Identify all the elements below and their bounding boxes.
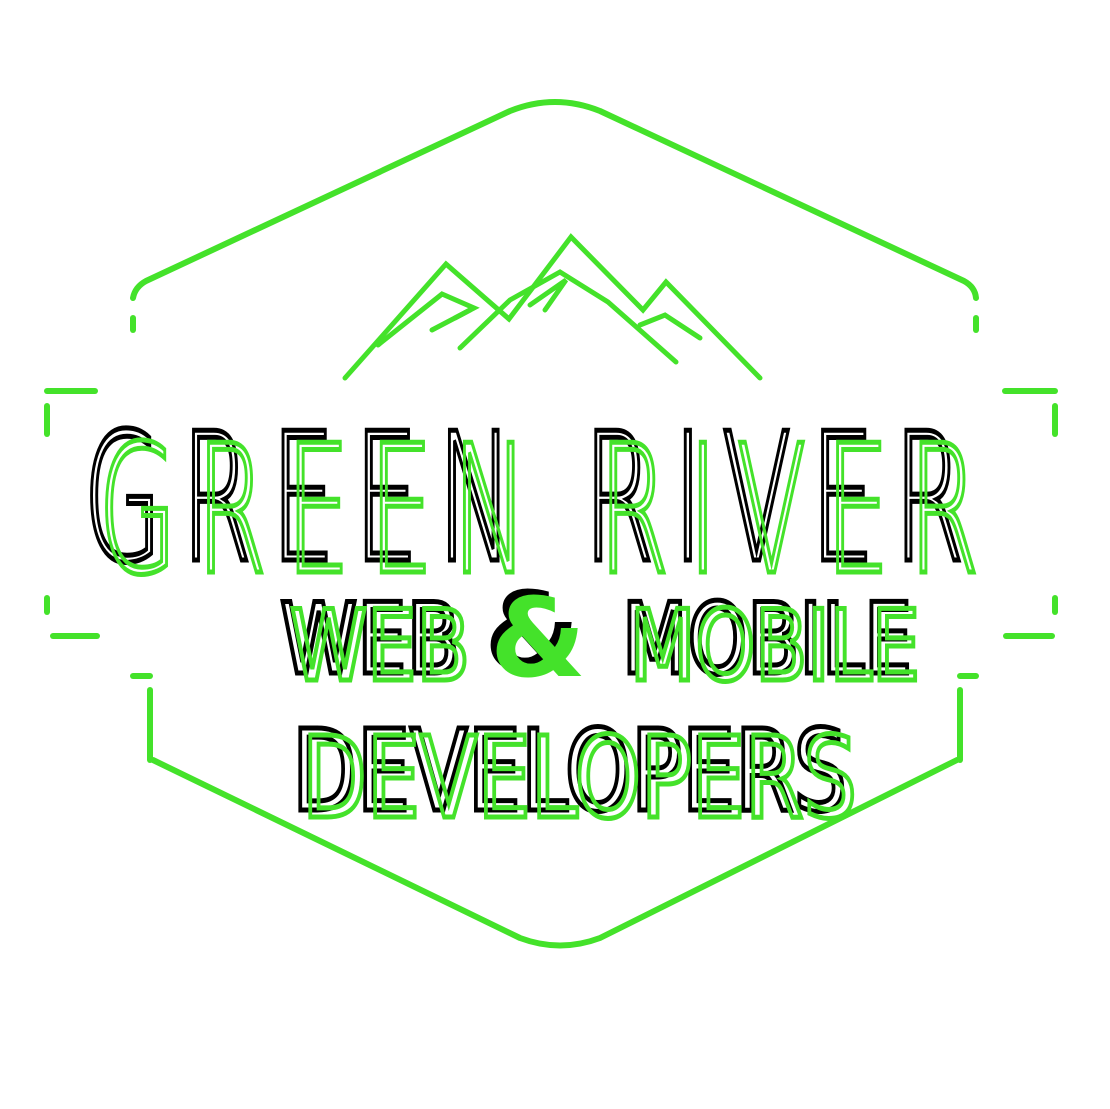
logo: GREEN RIVER GREEN RIVER WEB WEB & & MOBI… [0,0,1110,1109]
logo-amp: & [490,574,586,702]
logo-line3: DEVELOPERS [302,714,857,844]
mountain-icon [342,233,763,381]
logo-mobile: MOBILE [630,590,920,704]
logo-artwork: GREEN RIVER GREEN RIVER WEB WEB & & MOBI… [44,99,1058,949]
logo-web: WEB [290,590,470,704]
